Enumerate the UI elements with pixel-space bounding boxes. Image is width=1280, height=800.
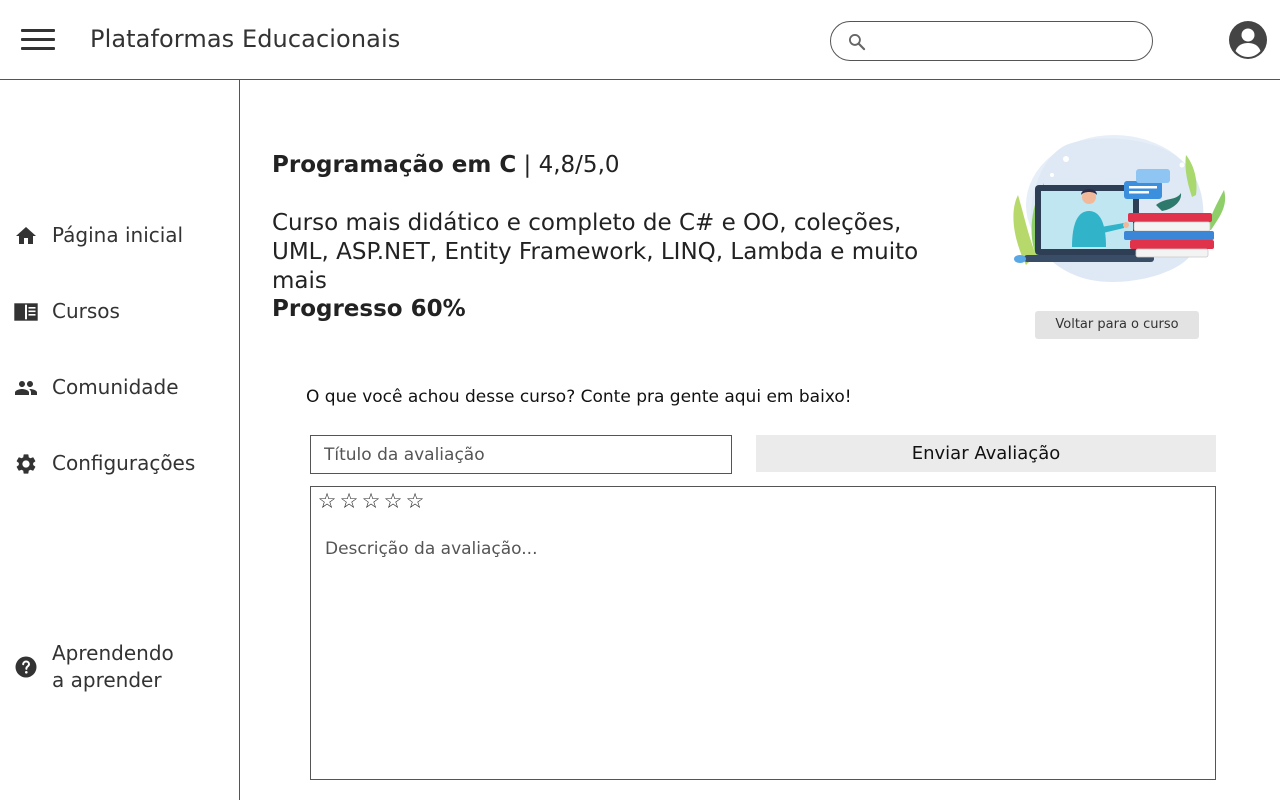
star-icon[interactable]: ☆ — [316, 490, 338, 512]
sidebar-item-label: Cursos — [52, 299, 120, 323]
sidebar-item-settings[interactable]: Configurações — [14, 450, 195, 477]
help-line-1: Aprendendo — [52, 641, 174, 665]
star-icon[interactable]: ☆ — [404, 490, 426, 512]
sidebar-item-home[interactable]: Página inicial — [14, 222, 183, 249]
star-icon[interactable]: ☆ — [360, 490, 382, 512]
sidebar-item-label: Página inicial — [52, 223, 184, 247]
main-content: Programação em C | 4,8/5,0 Curso mais di… — [241, 80, 1280, 800]
hamburger-menu-icon[interactable] — [21, 27, 55, 53]
review-description-input[interactable] — [312, 533, 1214, 777]
course-rating: | 4,8/5,0 — [516, 152, 620, 178]
star-rating[interactable]: ☆ ☆ ☆ ☆ ☆ — [316, 490, 426, 512]
menu-line — [21, 47, 55, 50]
help-line-2: a aprender — [52, 668, 162, 692]
review-box: ☆ ☆ ☆ ☆ ☆ — [310, 486, 1216, 780]
app-title: Plataformas Educacionais — [90, 25, 401, 53]
online-course-illustration — [1013, 135, 1226, 283]
sidebar-item-learning[interactable]: Aprendendo a aprender — [14, 640, 174, 694]
account-circle-icon[interactable] — [1228, 20, 1268, 60]
course-heading: Programação em C | 4,8/5,0 — [272, 152, 620, 178]
sidebar-item-community[interactable]: Comunidade — [14, 374, 179, 401]
search-bar[interactable] — [830, 21, 1153, 61]
menu-line — [21, 29, 55, 32]
people-icon — [15, 380, 37, 395]
sidebar-item-label: Configurações — [52, 451, 196, 475]
sidebar: Página inicial Cursos Comunidade Configu… — [0, 80, 240, 800]
sidebar-item-label: Comunidade — [52, 375, 179, 399]
star-icon[interactable]: ☆ — [382, 490, 404, 512]
book-icon — [14, 302, 38, 321]
course-progress: Progresso 60% — [272, 296, 466, 322]
back-to-course-button[interactable]: Voltar para o curso — [1035, 311, 1199, 339]
review-title-input[interactable] — [310, 435, 732, 474]
search-input[interactable] — [875, 28, 1143, 54]
star-icon[interactable]: ☆ — [338, 490, 360, 512]
review-prompt: O que você achou desse curso? Conte pra … — [306, 387, 852, 407]
top-bar: Plataformas Educacionais — [0, 0, 1280, 80]
sidebar-item-courses[interactable]: Cursos — [14, 298, 120, 325]
gear-icon — [16, 453, 36, 474]
menu-line — [21, 38, 55, 41]
home-icon — [16, 226, 36, 244]
sidebar-item-label: Aprendendo a aprender — [52, 640, 174, 694]
help-circle-icon — [15, 656, 37, 678]
course-description: Curso mais didático e completo de C# e O… — [272, 210, 919, 294]
course-name: Programação em C — [272, 152, 517, 178]
search-icon — [849, 34, 866, 51]
submit-review-button[interactable]: Enviar Avaliação — [756, 435, 1216, 472]
